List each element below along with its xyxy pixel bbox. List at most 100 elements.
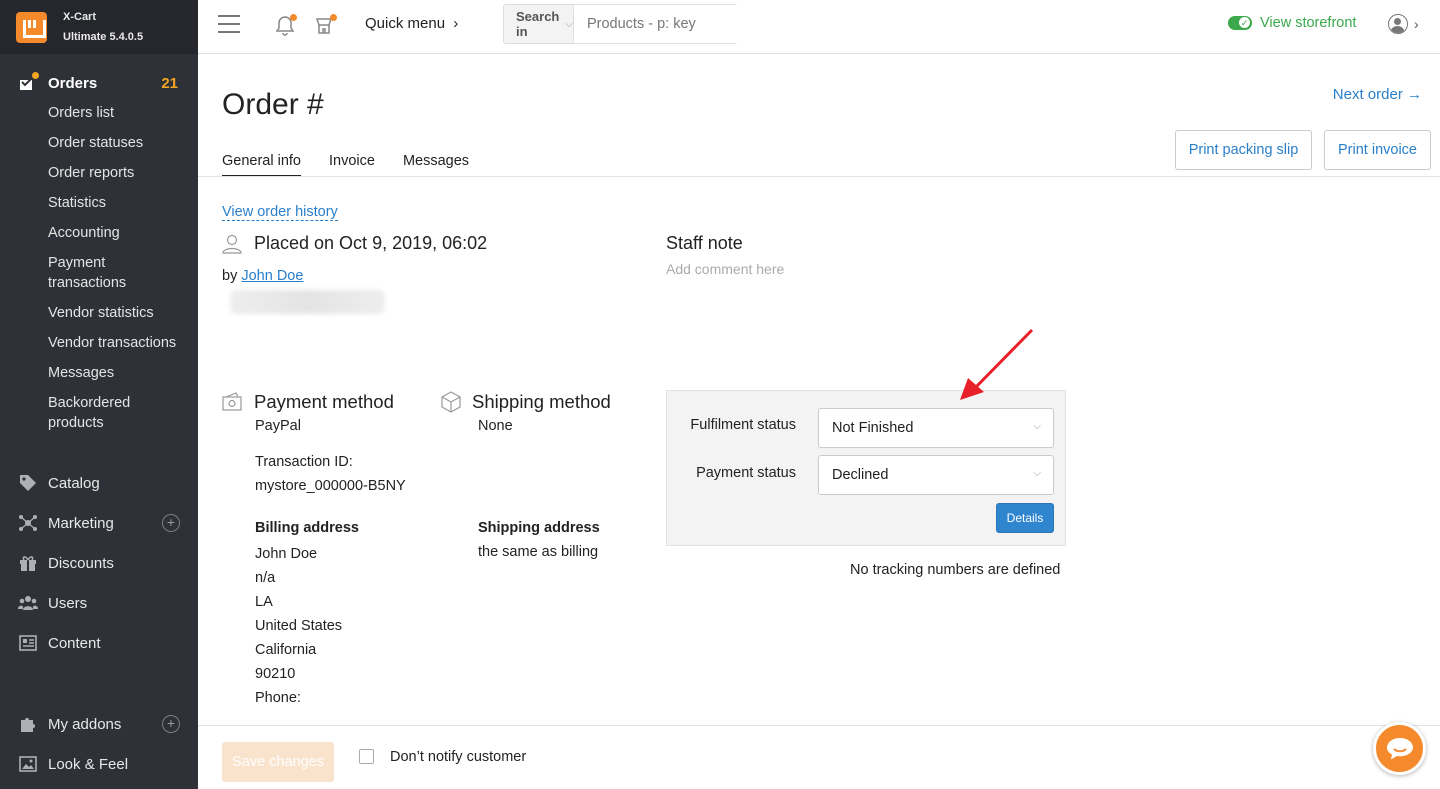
sidebar-item-label: Catalog [48,474,100,492]
payment-status-select[interactable]: Declined ⌵ [818,455,1054,495]
sidebar-item-my-addons[interactable]: My addons + [0,704,198,744]
brand[interactable]: X-Cart Ultimate 5.4.0.5 [0,0,198,54]
shipping-method-value: None [478,418,513,434]
order-tabs: General info Invoice Messages [222,153,497,177]
sidebar-item-accounting[interactable]: Accounting [48,218,198,248]
view-order-history-link[interactable]: View order history [222,204,338,221]
sidebar-item-marketing[interactable]: Marketing + [0,503,198,543]
status-panel: Fulfilment status Not Finished ⌵ Payment… [666,390,1066,546]
search-in-dropdown[interactable]: Search in ⌵ [504,5,574,43]
search-input[interactable] [573,5,774,43]
placed-on-text: Placed on Oct 9, 2019, 06:02 [254,233,488,253]
billing-address-line: United States [255,618,343,634]
user-avatar-icon [1388,14,1408,34]
box-icon [440,391,462,413]
tabs-divider [198,176,1440,177]
bell-icon[interactable] [274,14,297,41]
fulfilment-status-select[interactable]: Not Finished ⌵ [818,408,1054,448]
by-label: by [222,268,238,284]
sidebar-item-label: Content [48,634,101,652]
chevron-down-icon: ⌵ [1033,421,1041,432]
blurred-email [230,290,385,314]
orders-count-badge: 21 [161,74,178,92]
network-icon [18,514,38,532]
sidebar-item-users[interactable]: Users [0,583,198,623]
shipping-method-title: Shipping method [472,391,611,412]
sidebar-item-orders[interactable]: Orders 21 [0,68,198,98]
notification-dot [290,14,297,21]
main-content: Order # Next order → General info Invoic… [198,55,1440,789]
topbar: Quick menu › Search in ⌵ View storefront… [198,0,1440,54]
payment-status-label: Payment status [696,465,796,481]
chevron-down-icon: ⌵ [1033,468,1041,479]
billing-address-line: Phone: [255,690,301,706]
expand-plus-icon[interactable]: + [162,715,180,733]
billing-address-title: Billing address [255,520,359,536]
sidebar-item-content[interactable]: Content [0,623,198,663]
billing-address-line: LA [255,594,273,610]
chat-icon [1386,737,1413,759]
payment-method-title: Payment method [254,391,394,412]
tab-general-info[interactable]: General info [222,153,301,177]
tab-messages[interactable]: Messages [403,153,469,177]
details-button[interactable]: Details [996,503,1054,533]
sidebar-item-vendor-statistics[interactable]: Vendor statistics [48,298,198,328]
user-outline-icon [222,234,242,254]
sidebar-item-orders-list[interactable]: Orders list [48,98,198,128]
print-packing-slip-button[interactable]: Print packing slip [1175,130,1312,170]
billing-address-line: California [255,642,317,658]
sidebar-item-statistics[interactable]: Statistics [48,188,198,218]
sidebar-item-look-feel[interactable]: Look & Feel [0,744,198,784]
content-icon [18,634,38,652]
tab-invoice[interactable]: Invoice [329,153,375,177]
billing-address-line: n/a [255,570,276,586]
quick-menu-label: Quick menu [365,15,446,32]
dont-notify-checkbox[interactable] [359,749,374,764]
save-changes-button[interactable]: Save changes [222,742,334,782]
hamburger-menu-icon[interactable] [218,15,240,33]
staff-note-input[interactable]: Add comment here [666,261,784,277]
chat-bubble-button[interactable] [1373,722,1426,775]
sidebar-item-label: Discounts [48,554,114,572]
view-storefront-link[interactable]: View storefront [1228,15,1356,31]
customer-link[interactable]: John Doe [241,268,303,284]
payment-method-value: PayPal [255,418,301,434]
sidebar-item-vendor-transactions[interactable]: Vendor transactions [48,328,198,358]
sidebar-item-backordered-products[interactable]: Backordered products [48,388,148,438]
no-tracking-text: No tracking numbers are defined [850,562,1061,578]
dont-notify-label: Don’t notify customer [390,749,527,765]
sidebar-item-order-reports[interactable]: Order reports [48,158,198,188]
transaction-id-label: Transaction ID: [255,454,353,470]
sidebar-item-label: Marketing [48,514,114,532]
brand-name: X-Cart [63,11,97,23]
marketplace-icon[interactable] [314,14,337,41]
sidebar-item-order-statuses[interactable]: Order statuses [48,128,198,158]
shipping-method-heading: Shipping method [440,391,611,413]
users-icon [18,594,38,612]
staff-note-title: Staff note [666,233,743,253]
sidebar-item-discounts[interactable]: Discounts [0,543,198,583]
sidebar-item-messages[interactable]: Messages [48,358,198,388]
quick-menu[interactable]: Quick menu › [365,15,458,32]
fulfilment-status-label: Fulfilment status [690,417,796,433]
search-in-label: Search in [516,9,560,39]
billing-address-line: 90210 [255,666,296,682]
placed-on: Placed on Oct 9, 2019, 06:02 [222,233,487,254]
puzzle-icon [18,715,38,733]
chevron-down-icon: ⌵ [565,18,573,30]
xcart-logo-icon [16,11,47,43]
search-bar: Search in ⌵ [503,4,774,44]
expand-plus-icon[interactable]: + [162,514,180,532]
print-invoice-button[interactable]: Print invoice [1324,130,1431,170]
sidebar-item-catalog[interactable]: Catalog [0,463,198,503]
gift-icon [18,554,38,572]
shipping-address-title: Shipping address [478,520,600,536]
sidebar-item-payment-transactions[interactable]: Payment transactions [48,248,148,298]
shipping-address-value: the same as billing [478,544,599,560]
storefront-toggle-icon [1228,16,1252,30]
sidebar-item-label: Users [48,594,88,612]
next-order-link[interactable]: Next order → [1333,86,1422,103]
user-menu[interactable]: › [1388,14,1419,34]
payment-method-heading: Payment method [222,391,394,413]
sidebar-item-label: My addons [48,715,122,733]
